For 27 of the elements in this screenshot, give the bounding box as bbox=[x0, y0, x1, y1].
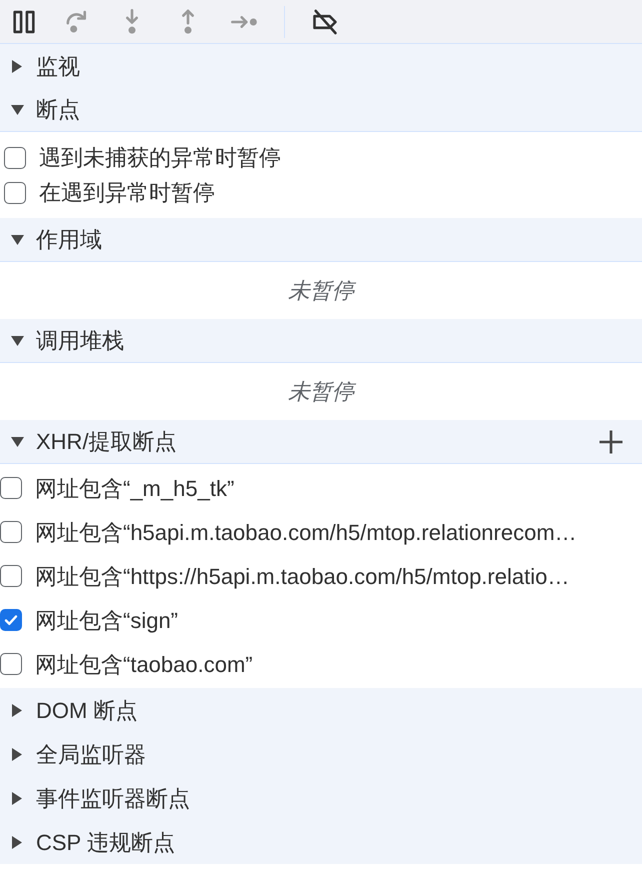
checkbox[interactable] bbox=[4, 182, 26, 204]
checkbox-label[interactable]: 在遇到异常时暂停 bbox=[39, 176, 215, 209]
checkbox-label[interactable]: 遇到未捕获的异常时暂停 bbox=[39, 141, 281, 174]
checkbox[interactable] bbox=[0, 521, 22, 543]
section-toggle[interactable]: 事件监听器断点 bbox=[0, 776, 198, 820]
section-toggle[interactable]: DOM 断点 bbox=[0, 688, 146, 732]
checkbox-label[interactable]: 网址包含“https://h5api.m.taobao.com/h5/mtop.relatio… bbox=[35, 560, 570, 592]
section-toggle[interactable]: 全局监听器 bbox=[0, 732, 154, 776]
empty-message: 未暂停 bbox=[288, 375, 354, 408]
section-toggle[interactable]: XHR/提取断点 bbox=[0, 420, 185, 463]
checkbox-label[interactable]: 网址包含“h5api.m.taobao.com/h5/mtop.relationrecom… bbox=[35, 516, 577, 548]
checkbox-label[interactable]: 网址包含“taobao.com” bbox=[35, 648, 253, 680]
checkbox-label[interactable]: 网址包含“sign” bbox=[35, 604, 178, 636]
section-toggle[interactable]: 监视 bbox=[0, 44, 88, 88]
checkbox[interactable] bbox=[0, 565, 22, 587]
checkbox[interactable] bbox=[0, 477, 22, 499]
checkbox-label[interactable]: 网址包含“_m_h5_tk” bbox=[35, 472, 234, 504]
plus-icon bbox=[598, 428, 624, 454]
checkbox[interactable] bbox=[4, 146, 26, 168]
checkbox[interactable] bbox=[0, 609, 22, 631]
section-toggle[interactable]: 调用堆栈 bbox=[0, 319, 132, 362]
section-toggle[interactable]: 断点 bbox=[0, 88, 88, 131]
checkbox[interactable] bbox=[0, 653, 22, 675]
breakpoints-off-icon bbox=[311, 8, 339, 36]
empty-message: 未暂停 bbox=[288, 274, 354, 307]
section-toggle[interactable]: 作用域 bbox=[0, 218, 110, 261]
section-toggle[interactable]: CSP 违规断点 bbox=[0, 820, 183, 864]
